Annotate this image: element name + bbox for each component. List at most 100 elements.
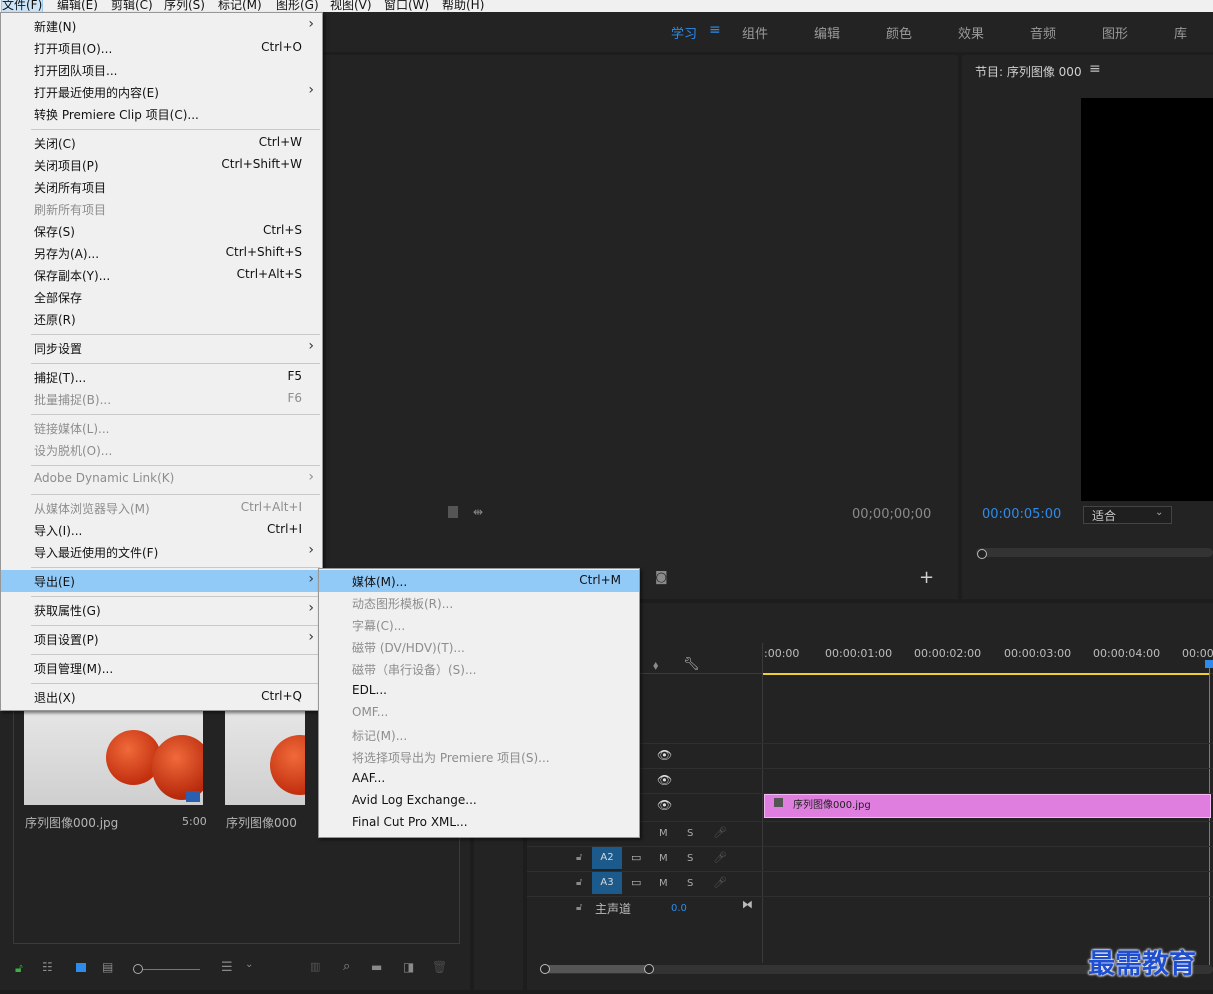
eye-icon[interactable]: 👁︎ — [657, 748, 672, 762]
workspace-effects[interactable]: 效果 — [958, 23, 984, 42]
new-bin-icon[interactable]: ▬ — [371, 960, 382, 974]
menu-view[interactable]: 视图(V) — [330, 0, 372, 12]
track-chip-a3[interactable]: A3 — [592, 872, 622, 894]
menu-marker[interactable]: 标记(M) — [218, 0, 262, 12]
file-menu-item[interactable]: 关闭(C) Ctrl+W — [1, 132, 322, 154]
thumbnail-tomato-1[interactable] — [24, 710, 203, 805]
scrollbar-handle-left[interactable] — [540, 964, 550, 974]
file-menu-item[interactable]: 导出(E) › — [1, 570, 322, 592]
lock-icon[interactable]: 🔓︎ — [576, 852, 582, 863]
automate-icon[interactable]: ▥ — [310, 960, 320, 973]
file-menu-item[interactable]: 从媒体浏览器导入(M) Ctrl+Alt+I — [1, 497, 322, 519]
workspace-graphics[interactable]: 图形 — [1102, 23, 1128, 42]
timeline-clip[interactable]: 序列图像000.jpg — [764, 794, 1211, 818]
work-area-bar[interactable] — [763, 673, 1209, 675]
mic-icon[interactable]: 🎤︎ — [713, 876, 727, 889]
export-menu-item[interactable]: EDL... — [319, 680, 639, 702]
export-menu-item[interactable]: 磁带（串行设备）(S)... — [319, 658, 639, 680]
mute-button[interactable]: M — [659, 853, 668, 864]
export-menu-item[interactable]: 磁带 (DV/HDV)(T)... — [319, 636, 639, 658]
menu-sequence[interactable]: 序列(S) — [164, 0, 205, 12]
new-item-icon[interactable]: ◨ — [403, 960, 414, 974]
freeform-view-icon[interactable]: ▤ — [102, 960, 113, 974]
workspace-audio[interactable]: 音频 — [1030, 23, 1056, 42]
file-menu-item[interactable]: 新建(N) › — [1, 15, 322, 37]
zoom-select[interactable]: 适合 ⌄ — [1083, 506, 1172, 524]
solo-button[interactable]: S — [687, 878, 693, 889]
film-icon[interactable] — [448, 506, 458, 518]
mic-icon[interactable]: 🎤︎ — [713, 826, 727, 839]
add-icon[interactable]: + — [919, 567, 934, 588]
workspace-libraries[interactable]: 库 — [1174, 23, 1187, 42]
add-marker-icon[interactable]: ⬧ — [653, 658, 658, 673]
chevron-down-icon[interactable]: ⌄ — [245, 959, 253, 970]
file-menu-item[interactable]: 项目设置(P) › — [1, 628, 322, 650]
program-title[interactable]: 节目: 序列图像 000 — [975, 63, 1082, 80]
camera-icon[interactable]: ◙ — [655, 570, 668, 585]
file-menu-item[interactable]: 另存为(A)... Ctrl+Shift+S — [1, 242, 322, 264]
export-menu-item[interactable]: Avid Log Exchange... — [319, 790, 639, 812]
workspace-menu-icon[interactable]: ≡ — [709, 22, 721, 38]
file-menu-item[interactable]: 退出(X) Ctrl+Q — [1, 686, 322, 708]
file-menu-item[interactable]: 同步设置 › — [1, 337, 322, 359]
export-menu-item[interactable]: 动态图形模板(R)... — [319, 592, 639, 614]
eye-icon[interactable]: 👁︎ — [657, 798, 672, 812]
export-menu-item[interactable]: AAF... — [319, 768, 639, 790]
solo-button[interactable]: S — [687, 853, 693, 864]
project-item-name[interactable]: 序列图像000 — [226, 814, 297, 831]
export-menu-item[interactable]: 字幕(C)... — [319, 614, 639, 636]
file-menu-item[interactable]: 链接媒体(L)... — [1, 417, 322, 439]
workspace-learn[interactable]: 学习 — [671, 23, 697, 42]
scrollbar-handle-right[interactable] — [644, 964, 654, 974]
trash-icon[interactable]: 🗑︎ — [432, 960, 447, 974]
track-chip-a2[interactable]: A2 — [592, 847, 622, 869]
menu-clip[interactable]: 剪辑(C) — [111, 0, 153, 12]
lock-icon[interactable]: 🔓︎ — [576, 902, 582, 913]
file-menu-item[interactable]: 保存(S) Ctrl+S — [1, 220, 322, 242]
file-menu-item[interactable]: 打开最近使用的内容(E) › — [1, 81, 322, 103]
export-menu-item[interactable]: 将选择项导出为 Premiere 项目(S)... — [319, 746, 639, 768]
sync-lock-icon[interactable]: ▭ — [631, 876, 641, 889]
program-timecode[interactable]: 00:00:05:00 — [982, 507, 1061, 522]
solo-button[interactable]: S — [687, 828, 693, 839]
file-menu-item[interactable]: Adobe Dynamic Link(K) › — [1, 468, 322, 490]
file-menu-item[interactable]: 还原(R) — [1, 308, 322, 330]
sort-icon[interactable]: ☰ — [221, 960, 233, 975]
workspace-color[interactable]: 颜色 — [886, 23, 912, 42]
export-menu-item[interactable]: OMF... — [319, 702, 639, 724]
zoom-slider-handle[interactable] — [133, 964, 143, 974]
master-volume[interactable]: 0.0 — [671, 903, 687, 914]
file-menu-item[interactable]: 刷新所有项目 — [1, 198, 322, 220]
wrench-icon[interactable]: 🔧︎ — [683, 657, 700, 672]
sync-lock-icon[interactable]: ▭ — [631, 851, 641, 864]
file-menu-item[interactable]: 批量捕捉(B)... F6 — [1, 388, 322, 410]
file-menu-item[interactable]: 捕捉(T)... F5 — [1, 366, 322, 388]
project-item-name[interactable]: 序列图像000.jpg — [25, 814, 118, 831]
export-menu-item[interactable]: 标记(M)... — [319, 724, 639, 746]
step-icon[interactable]: ⇹ — [473, 505, 483, 519]
lock-icon[interactable]: 🔓︎ — [15, 961, 23, 976]
file-menu-item[interactable]: 全部保存 — [1, 286, 322, 308]
file-menu-item[interactable]: 获取属性(G) › — [1, 599, 322, 621]
program-scrubber[interactable] — [976, 548, 1213, 557]
workspace-editing[interactable]: 编辑 — [814, 23, 840, 42]
thumbnail-tomato-2[interactable] — [225, 710, 305, 805]
menu-help[interactable]: 帮助(H) — [442, 0, 484, 12]
mute-button[interactable]: M — [659, 878, 668, 889]
file-menu-item[interactable]: 打开项目(O)... Ctrl+O — [1, 37, 322, 59]
export-menu-item[interactable]: 媒体(M)... Ctrl+M — [319, 570, 639, 592]
file-menu-item[interactable]: 打开团队项目... — [1, 59, 322, 81]
file-menu-item[interactable]: 关闭所有项目 — [1, 176, 322, 198]
search-icon[interactable]: ⌕ — [343, 959, 350, 974]
file-menu-item[interactable]: 关闭项目(P) Ctrl+Shift+W — [1, 154, 322, 176]
list-view-icon[interactable]: ☷ — [42, 960, 53, 974]
panel-menu-icon[interactable]: ≡ — [1089, 61, 1101, 77]
icon-view-icon[interactable] — [76, 963, 86, 972]
menu-window[interactable]: 窗口(W) — [384, 0, 429, 12]
file-menu-item[interactable]: 项目管理(M)... — [1, 657, 322, 679]
mute-button[interactable]: M — [659, 828, 668, 839]
export-menu-item[interactable]: Final Cut Pro XML... — [319, 812, 639, 834]
workspace-assembly[interactable]: 组件 — [742, 23, 768, 42]
go-to-end-icon[interactable]: ⧓ — [742, 898, 753, 911]
file-menu-item[interactable]: 保存副本(Y)... Ctrl+Alt+S — [1, 264, 322, 286]
